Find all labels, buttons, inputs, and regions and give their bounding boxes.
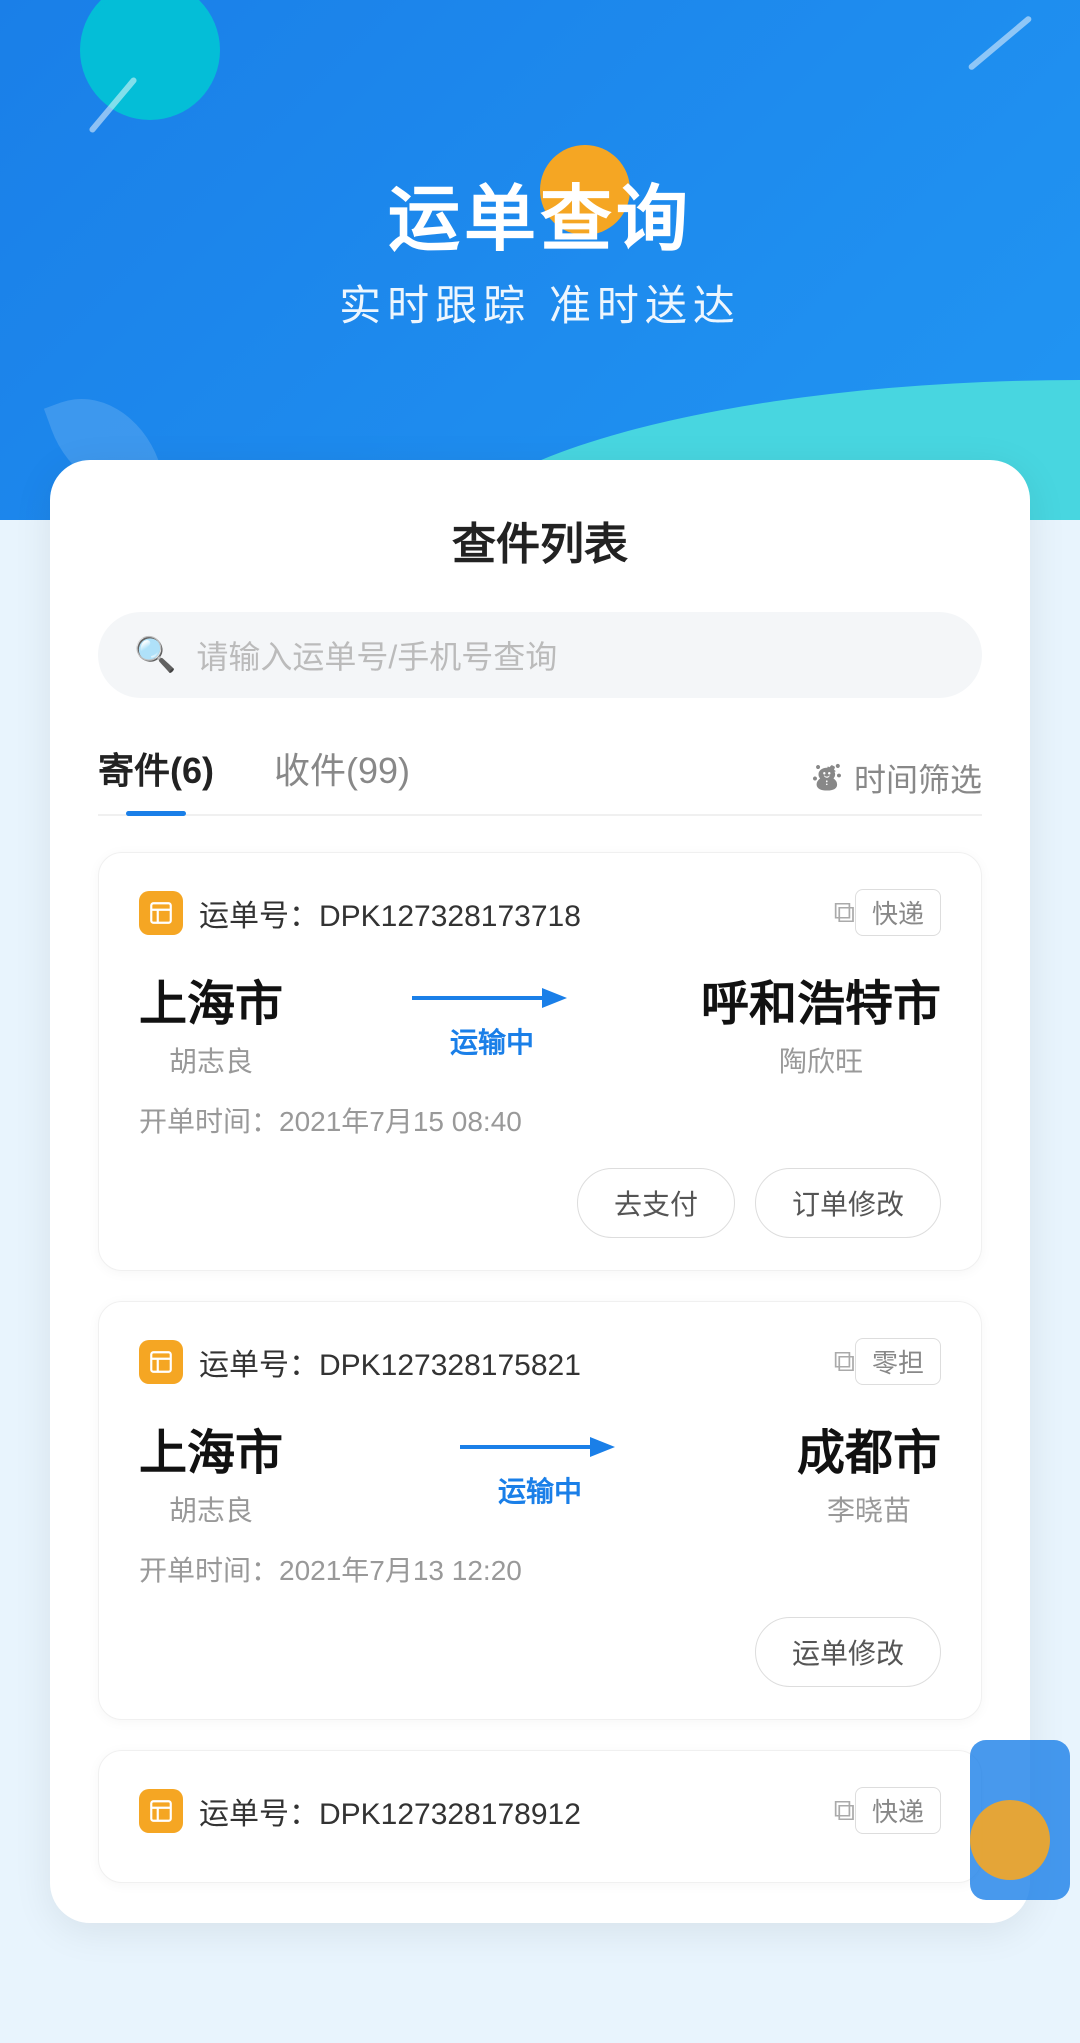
shipment-header-1: 运单号：DPK127328173718 ⧉ 快递 (139, 889, 941, 936)
tab-received[interactable]: 收件(99) (274, 742, 410, 814)
content-area: 查件列表 🔍 请输入运单号/手机号查询 寄件(6) 收件(99) ⛇ 时间筛选 (0, 520, 1080, 2043)
hero-subtitle: 实时跟踪 准时送达 (0, 272, 1080, 333)
order-number-3: 运单号：DPK127328178912 (199, 1789, 824, 1833)
action-row-2: 运单修改 (139, 1617, 941, 1687)
shipment-card-1: 运单号：DPK127328173718 ⧉ 快递 上海市 胡志良 运输中 (98, 852, 982, 1271)
to-city-2: 成都市 李晓苗 (797, 1413, 941, 1529)
shipment-card-3: 运单号：DPK127328178912 ⧉ 快递 (98, 1750, 982, 1883)
to-city-1: 呼和浩特市 陶欣旺 (701, 964, 941, 1080)
order-number-2: 运单号：DPK127328175821 (199, 1340, 824, 1384)
modify-order-button-2[interactable]: 运单修改 (755, 1617, 941, 1687)
shipment-header-3: 运单号：DPK127328178912 ⧉ 快递 (139, 1787, 941, 1834)
order-icon-1 (139, 891, 183, 935)
deco-arrow-top-right (967, 15, 1032, 71)
filter-label: 时间筛选 (854, 755, 982, 801)
tabs-row: 寄件(6) 收件(99) ⛇ 时间筛选 (98, 742, 982, 816)
copy-icon-2[interactable]: ⧉ (834, 1345, 855, 1379)
route-row-1: 上海市 胡志良 运输中 呼和浩特市 陶欣旺 (139, 964, 941, 1080)
route-row-2: 上海市 胡志良 运输中 成都市 李晓苗 (139, 1413, 941, 1529)
deco-circle-teal (80, 0, 220, 120)
search-placeholder: 请输入运单号/手机号查询 (196, 632, 557, 678)
card-title: 查件列表 (98, 508, 982, 572)
from-city-2: 上海市 胡志良 (139, 1413, 283, 1529)
shipment-time-1: 开单时间：2021年7月15 08:40 (139, 1100, 941, 1140)
order-icon-3 (139, 1789, 183, 1833)
copy-icon-1[interactable]: ⧉ (834, 896, 855, 930)
tab-sent[interactable]: 寄件(6) (98, 742, 214, 814)
search-icon: 🔍 (134, 635, 176, 675)
hero-title: 运单查询 (0, 160, 1080, 265)
time-filter[interactable]: ⛇ 时间筛选 (812, 755, 982, 801)
filter-icon: ⛇ (812, 756, 842, 800)
type-badge-2: 零担 (855, 1338, 941, 1385)
modify-button-1[interactable]: 订单修改 (755, 1168, 941, 1238)
deco-circle-yellow-bottom (970, 1800, 1050, 1880)
shipment-card-2: 运单号：DPK127328175821 ⧉ 零担 上海市 胡志良 运输中 (98, 1301, 982, 1720)
order-icon-2 (139, 1340, 183, 1384)
route-arrow-1: 运输中 (303, 983, 681, 1061)
type-badge-1: 快递 (855, 889, 941, 936)
main-card: 查件列表 🔍 请输入运单号/手机号查询 寄件(6) 收件(99) ⛇ 时间筛选 (50, 460, 1030, 1923)
shipment-header-2: 运单号：DPK127328175821 ⧉ 零担 (139, 1338, 941, 1385)
action-row-1: 去支付 订单修改 (139, 1168, 941, 1238)
copy-icon-3[interactable]: ⧉ (834, 1794, 855, 1828)
type-badge-3: 快递 (855, 1787, 941, 1834)
order-number-1: 运单号：DPK127328173718 (199, 891, 824, 935)
shipment-time-2: 开单时间：2021年7月13 12:20 (139, 1549, 941, 1589)
route-arrow-2: 运输中 (303, 1432, 777, 1510)
from-city-1: 上海市 胡志良 (139, 964, 283, 1080)
search-bar[interactable]: 🔍 请输入运单号/手机号查询 (98, 612, 982, 698)
pay-button-1[interactable]: 去支付 (577, 1168, 735, 1238)
